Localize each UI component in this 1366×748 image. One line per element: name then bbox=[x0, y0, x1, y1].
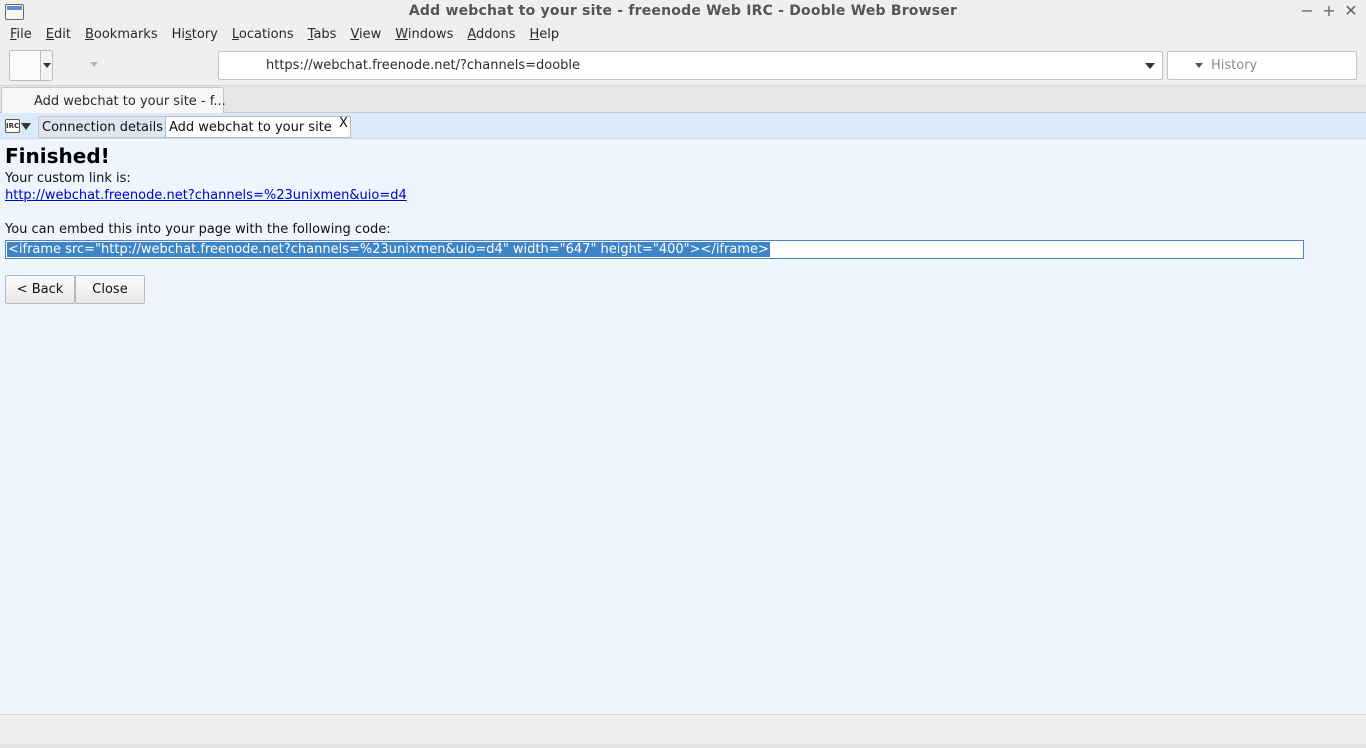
browser-tab-bar: Add webchat to your site - f... bbox=[0, 86, 1366, 114]
menu-bar: File Edit Bookmarks History Locations Ta… bbox=[0, 24, 1366, 46]
navigation-toolbar: https://webchat.freenode.net/?channels=d… bbox=[0, 46, 1366, 86]
menu-windows[interactable]: Windows bbox=[388, 24, 460, 46]
irc-tab-add-webchat[interactable]: Add webchat to your site bbox=[165, 116, 351, 138]
close-irc-tab-icon[interactable]: X bbox=[339, 116, 348, 131]
history-placeholder: History bbox=[1211, 58, 1258, 73]
irc-menu-dropdown-icon[interactable] bbox=[21, 123, 31, 130]
history-search-box[interactable]: History bbox=[1167, 51, 1357, 80]
back-history-dropdown[interactable] bbox=[40, 50, 53, 81]
embed-code-field[interactable]: <iframe src="http://webchat.freenode.net… bbox=[5, 240, 1304, 259]
close-button[interactable]: Close bbox=[75, 275, 145, 304]
embed-code-selected-text[interactable]: <iframe src="http://webchat.freenode.net… bbox=[7, 242, 770, 257]
url-dropdown-arrow[interactable] bbox=[1144, 61, 1156, 71]
back-step-button[interactable]: < Back bbox=[5, 275, 75, 304]
menu-locations[interactable]: Locations bbox=[225, 24, 301, 46]
close-window-button[interactable]: ✕ bbox=[1342, 2, 1360, 20]
menu-tabs[interactable]: Tabs bbox=[301, 24, 344, 46]
back-button[interactable] bbox=[9, 50, 40, 81]
menu-history[interactable]: History bbox=[165, 24, 225, 46]
title-bar: Add webchat to your site - freenode Web … bbox=[0, 0, 1366, 24]
menu-addons[interactable]: Addons bbox=[460, 24, 522, 46]
browser-tab-label: Add webchat to your site - f... bbox=[34, 94, 226, 109]
forward-history-dropdown[interactable] bbox=[88, 60, 100, 70]
irc-tab-label: Add webchat to your site bbox=[169, 120, 332, 135]
irc-tab-connection-details[interactable]: Connection details bbox=[38, 116, 167, 138]
irc-logo-icon[interactable]: IRC bbox=[5, 119, 20, 133]
history-dropdown-icon[interactable] bbox=[1195, 62, 1207, 70]
maximize-button[interactable]: + bbox=[1320, 2, 1338, 20]
menu-file[interactable]: File bbox=[3, 24, 39, 46]
page-title: Finished! bbox=[5, 144, 110, 168]
window-title: Add webchat to your site - freenode Web … bbox=[408, 3, 958, 19]
address-bar[interactable]: https://webchat.freenode.net/?channels=d… bbox=[218, 51, 1163, 80]
menu-bookmarks[interactable]: Bookmarks bbox=[78, 24, 165, 46]
url-text[interactable]: https://webchat.freenode.net/?channels=d… bbox=[266, 58, 580, 73]
taskbar-strip bbox=[0, 744, 1366, 748]
web-page: IRC Connection details Add webchat to yo… bbox=[0, 113, 1366, 714]
embed-code-label: You can embed this into your page with t… bbox=[5, 222, 391, 237]
status-bar bbox=[0, 714, 1366, 744]
custom-link[interactable]: http://webchat.freenode.net?channels=%23… bbox=[5, 188, 407, 203]
minimize-button[interactable]: − bbox=[1298, 2, 1316, 20]
menu-view[interactable]: View bbox=[343, 24, 388, 46]
menu-help[interactable]: Help bbox=[523, 24, 567, 46]
irc-tab-bar: IRC Connection details Add webchat to yo… bbox=[0, 113, 1366, 139]
browser-tab[interactable]: Add webchat to your site - f... bbox=[1, 87, 226, 114]
menu-edit[interactable]: Edit bbox=[39, 24, 78, 46]
custom-link-label: Your custom link is: bbox=[5, 171, 131, 186]
